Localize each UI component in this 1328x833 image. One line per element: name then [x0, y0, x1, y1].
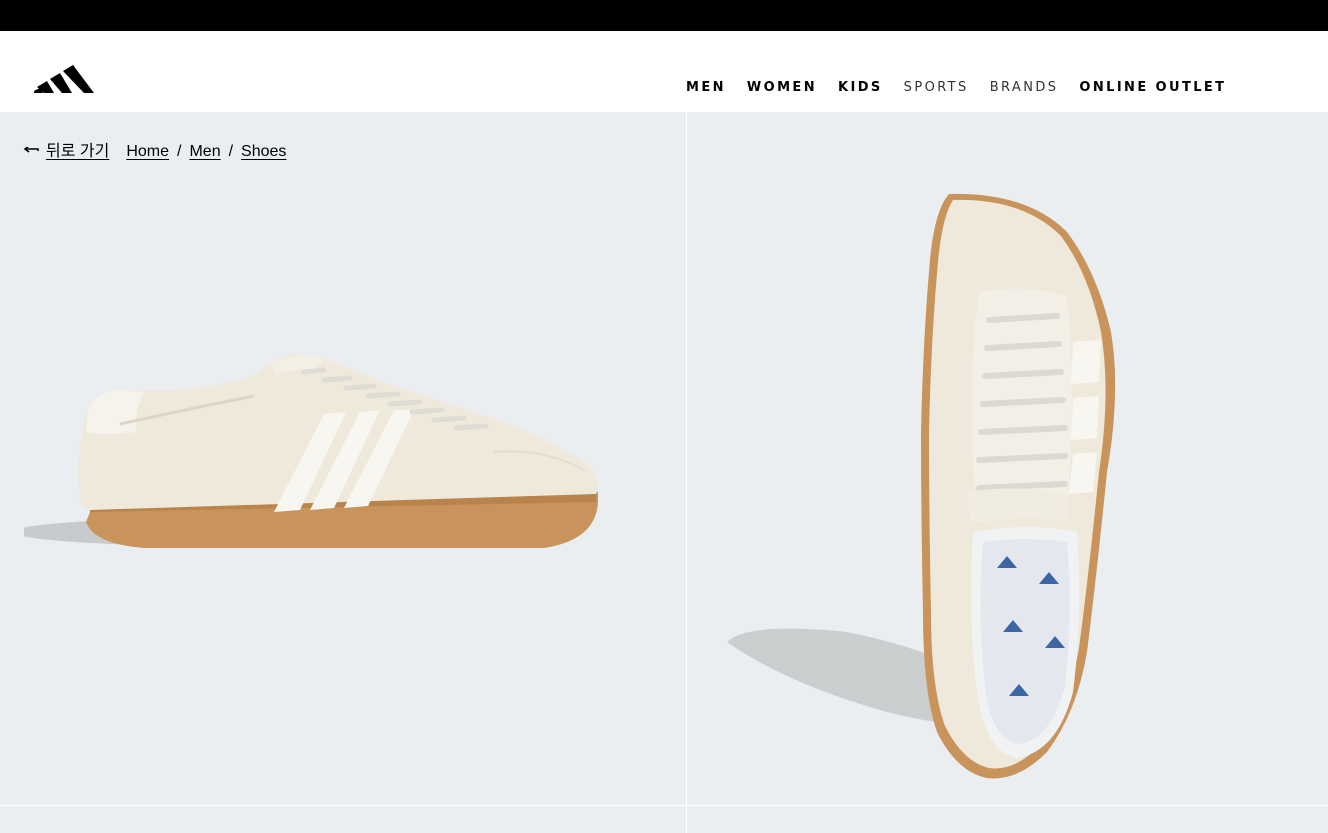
back-arrow-icon [23, 147, 39, 153]
adidas-logo-icon [34, 65, 94, 93]
nav-item-kids[interactable]: KIDS [838, 80, 883, 96]
nav-item-women[interactable]: WOMEN [747, 80, 817, 96]
nav-item-online-outlet[interactable]: ONLINE OUTLET [1079, 80, 1226, 96]
gallery-panel-right [687, 112, 1328, 805]
site-header: MEN WOMEN KIDS SPORTS BRANDS ONLINE OUTL… [0, 31, 1328, 112]
breadcrumb: 뒤로 가기 Home / Men / Shoes [22, 142, 286, 162]
top-announcement-bar [0, 0, 1328, 31]
breadcrumb-home[interactable]: Home [126, 142, 169, 162]
gallery-panel-bottom-left [0, 806, 686, 833]
back-link-label[interactable]: 뒤로 가기 [46, 142, 109, 162]
nav-item-brands[interactable]: BRANDS [990, 80, 1059, 96]
product-image-top-view[interactable] [727, 192, 1147, 805]
breadcrumb-separator: / [177, 143, 182, 160]
nav-item-sports[interactable]: SPORTS [904, 80, 969, 96]
nav-item-men[interactable]: MEN [686, 80, 726, 96]
gallery-panel-bottom-right [687, 806, 1328, 833]
back-link[interactable]: 뒤로 가기 [22, 142, 109, 162]
breadcrumb-separator: / [228, 143, 234, 160]
main-nav: MEN WOMEN KIDS SPORTS BRANDS ONLINE OUTL… [686, 80, 1226, 96]
breadcrumb-men[interactable]: Men [189, 142, 220, 162]
breadcrumb-shoes[interactable]: Shoes [241, 142, 286, 162]
product-image-side-view[interactable] [24, 352, 604, 562]
gallery-panel-left: 뒤로 가기 Home / Men / Shoes [0, 112, 686, 805]
product-gallery: 뒤로 가기 Home / Men / Shoes [0, 112, 1328, 833]
adidas-logo-link[interactable] [33, 55, 95, 95]
